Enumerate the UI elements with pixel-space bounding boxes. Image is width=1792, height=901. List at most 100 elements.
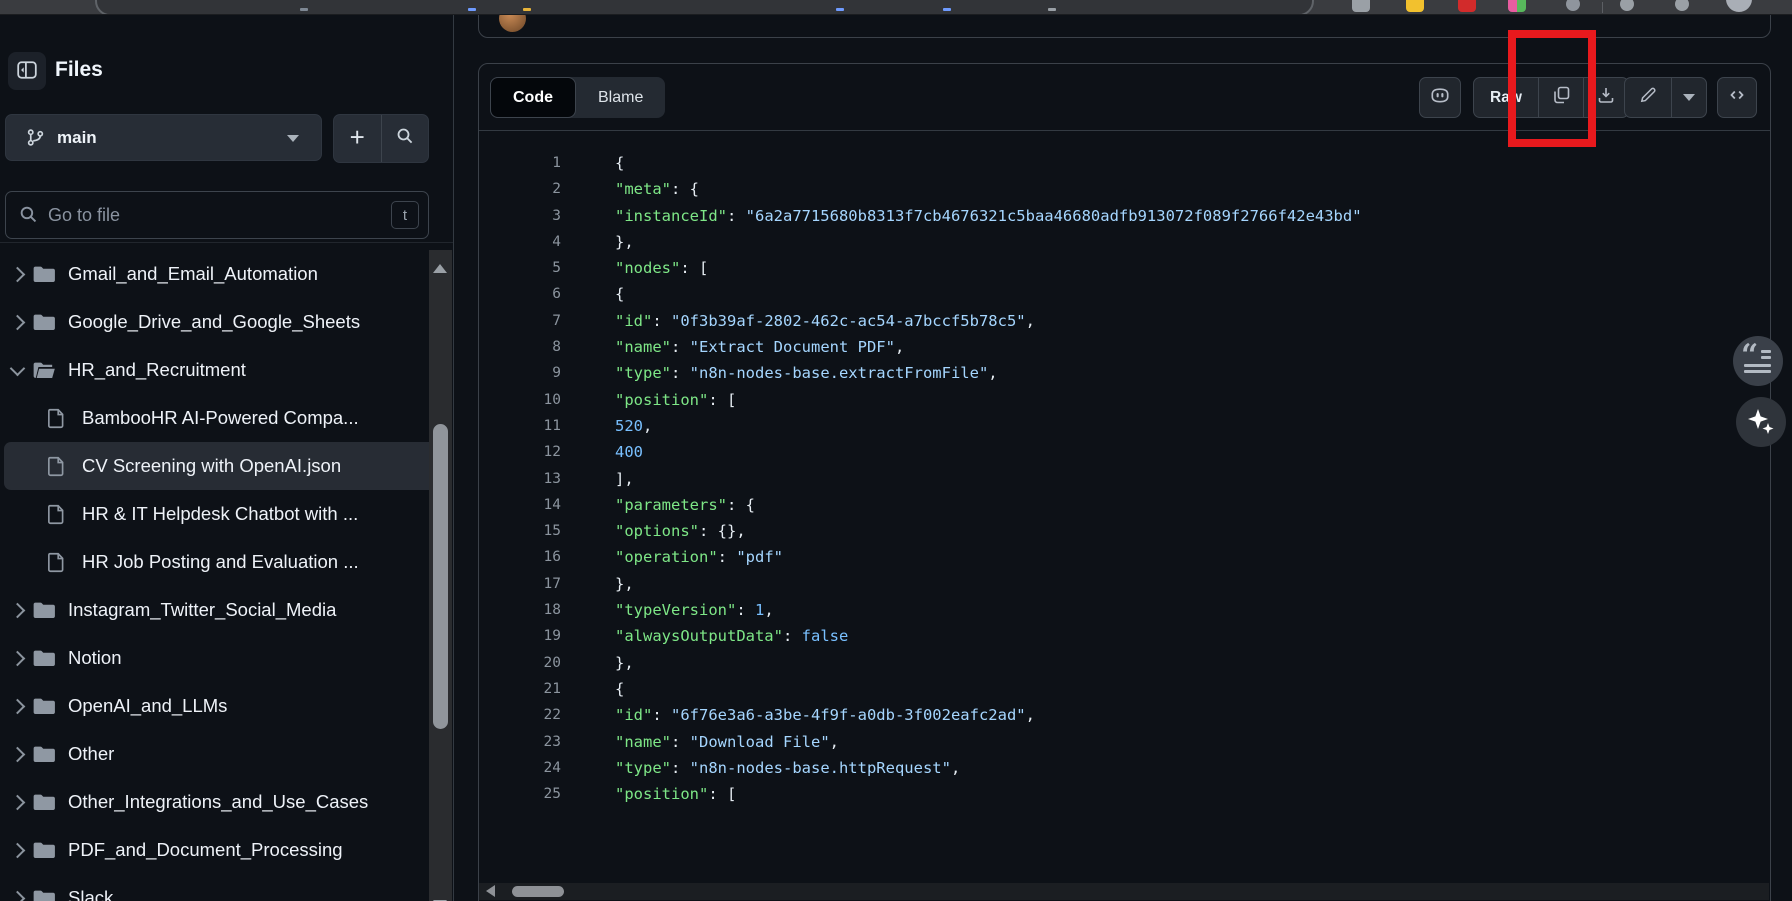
tree-item-hr-job-posting-and-evaluation[interactable]: HR Job Posting and Evaluation ...	[0, 538, 453, 586]
branch-selector[interactable]: main	[5, 114, 322, 161]
chevron	[10, 602, 26, 618]
file-tree: Gmail_and_Email_AutomationGoogle_Drive_a…	[0, 250, 453, 901]
code-line: 1{	[479, 150, 1770, 176]
code-line-text: 400	[615, 439, 643, 465]
line-number[interactable]: 5	[495, 255, 561, 281]
line-number[interactable]: 23	[495, 729, 561, 755]
copilot-icon	[1429, 84, 1451, 111]
tree-item-bamboohr-ai-powered-compa[interactable]: BambooHR AI-Powered Compa...	[0, 394, 453, 442]
extension-icon-4[interactable]	[1508, 0, 1526, 12]
tree-item-pdf-and-document-processing[interactable]: PDF_and_Document_Processing	[0, 826, 453, 874]
folder-icon	[32, 695, 56, 717]
horizontal-scrollbar-thumb[interactable]	[512, 886, 564, 897]
code-line-text: },	[615, 571, 634, 597]
chevron-right-icon[interactable]	[10, 797, 32, 808]
collapse-file-tree-button[interactable]	[8, 52, 46, 90]
tree-item-cv-screening-with-openai-json[interactable]: CV Screening with OpenAI.json	[4, 442, 447, 490]
tree-item-google-drive-and-google-sheets[interactable]: Google_Drive_and_Google_Sheets	[0, 298, 453, 346]
sidebar-scrollbar-thumb[interactable]	[433, 424, 448, 729]
code-line-text: "operation": "pdf"	[615, 544, 783, 570]
tree-item-other-integrations-and-use-cases[interactable]: Other_Integrations_and_Use_Cases	[0, 778, 453, 826]
line-number[interactable]: 8	[495, 334, 561, 360]
line-number[interactable]: 22	[495, 702, 561, 728]
line-number[interactable]: 17	[495, 571, 561, 597]
tree-item-gmail-and-email-automation[interactable]: Gmail_and_Email_Automation	[0, 250, 453, 298]
code-horizontal-scrollbar[interactable]	[479, 883, 1769, 900]
chevron-right-icon[interactable]	[10, 749, 32, 760]
line-number[interactable]: 21	[495, 676, 561, 702]
profile-ring-icon[interactable]	[1675, 0, 1689, 11]
browser-url-bar[interactable]	[95, 0, 1314, 15]
chevron-right-icon[interactable]	[10, 605, 32, 616]
code-line-text: "id": "0f3b39af-2802-462c-ac54-a7bccf5b7…	[615, 308, 1035, 334]
line-number[interactable]: 7	[495, 308, 561, 334]
extension-icon-1[interactable]	[1352, 0, 1370, 12]
folder-icon	[32, 263, 56, 285]
tree-item-notion[interactable]: Notion	[0, 634, 453, 682]
edit-dropdown-button[interactable]	[1671, 78, 1706, 117]
line-number[interactable]: 12	[495, 439, 561, 465]
line-number[interactable]: 14	[495, 492, 561, 518]
chevron-right-icon[interactable]	[10, 701, 32, 712]
line-number[interactable]: 20	[495, 650, 561, 676]
chevron-right-icon[interactable]	[10, 893, 32, 901]
go-to-file-input[interactable]	[46, 193, 390, 237]
chevron-down-icon[interactable]	[10, 367, 32, 374]
line-number[interactable]: 10	[495, 387, 561, 413]
line-number[interactable]: 24	[495, 755, 561, 781]
code-line: 10"position": [	[479, 387, 1770, 413]
line-number[interactable]: 13	[495, 466, 561, 492]
page: Files main + t Gmail_and_Email_Autom	[0, 0, 1792, 901]
tree-item-other[interactable]: Other	[0, 730, 453, 778]
tab-blame[interactable]: Blame	[576, 77, 665, 118]
tree-item-label: HR Job Posting and Evaluation ...	[82, 551, 359, 573]
line-number[interactable]: 3	[495, 203, 561, 229]
folder-icon	[32, 311, 56, 333]
line-number[interactable]: 16	[495, 544, 561, 570]
line-number[interactable]: 2	[495, 176, 561, 202]
extension-icon-3[interactable]	[1458, 0, 1476, 12]
line-number[interactable]: 4	[495, 229, 561, 255]
tree-item-openai-and-llms[interactable]: OpenAI_and_LLMs	[0, 682, 453, 730]
line-number[interactable]: 15	[495, 518, 561, 544]
line-number[interactable]: 18	[495, 597, 561, 623]
chevron-right-icon[interactable]	[10, 317, 32, 328]
browser-profile-avatar[interactable]	[1726, 0, 1752, 12]
tree-item-instagram-twitter-social-media[interactable]: Instagram_Twitter_Social_Media	[0, 586, 453, 634]
sidebar-scrollbar[interactable]	[429, 250, 452, 901]
line-number[interactable]: 1	[495, 150, 561, 176]
code-line-text: "alwaysOutputData": false	[615, 623, 848, 649]
chevron-right-icon[interactable]	[10, 845, 32, 856]
code-line-text: "options": {},	[615, 518, 746, 544]
tree-item-hr-it-helpdesk-chatbot-with[interactable]: HR & IT Helpdesk Chatbot with ...	[0, 490, 453, 538]
line-number[interactable]: 9	[495, 360, 561, 386]
citation-widget-button[interactable]: “	[1733, 336, 1783, 386]
code-line: 14"parameters": {	[479, 492, 1770, 518]
edit-file-button[interactable]	[1625, 78, 1671, 117]
line-number[interactable]: 25	[495, 781, 561, 807]
line-number[interactable]: 6	[495, 281, 561, 307]
extension-icon-2[interactable]	[1406, 0, 1424, 12]
folder-icon	[32, 887, 56, 901]
tree-item-label: Other	[68, 743, 114, 765]
search-repo-button[interactable]	[381, 115, 429, 162]
tab-code[interactable]: Code	[490, 77, 576, 118]
extension-icon-6[interactable]	[1620, 0, 1634, 11]
code-line-text: 520,	[615, 413, 652, 439]
extension-icon-5[interactable]	[1566, 0, 1580, 11]
scroll-left-arrow-icon[interactable]	[486, 885, 495, 897]
code-line: 6{	[479, 281, 1770, 307]
copilot-button[interactable]	[1419, 77, 1461, 118]
add-file-button[interactable]: +	[334, 115, 381, 162]
tree-item-slack[interactable]: Slack	[0, 874, 453, 901]
code-line: 13],	[479, 466, 1770, 492]
tree-item-hr-and-recruitment[interactable]: HR_and_Recruitment	[0, 346, 453, 394]
line-number[interactable]: 11	[495, 413, 561, 439]
chevron-right-icon[interactable]	[10, 653, 32, 664]
url-text-fragment	[943, 8, 951, 11]
ai-assistant-button[interactable]	[1736, 397, 1786, 447]
scroll-up-arrow-icon[interactable]	[433, 264, 447, 273]
chevron-right-icon[interactable]	[10, 269, 32, 280]
symbols-panel-button[interactable]	[1717, 77, 1757, 118]
line-number[interactable]: 19	[495, 623, 561, 649]
